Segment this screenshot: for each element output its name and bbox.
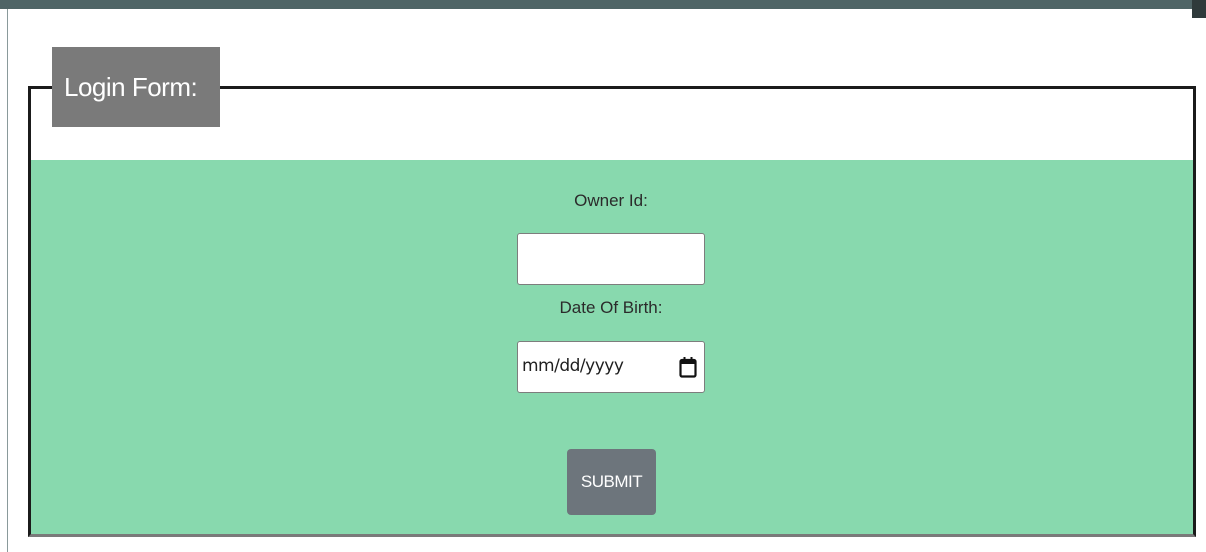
submit-button[interactable]: SUBMIT (567, 449, 656, 515)
owner-id-label: Owner Id: (574, 191, 648, 210)
window-top-bar (0, 0, 1206, 9)
calendar-icon[interactable] (679, 356, 697, 378)
date-of-birth-label: Date Of Birth: (559, 298, 663, 317)
form-legend: Login Form: (52, 47, 220, 127)
scrollbar-corner (1192, 0, 1206, 18)
date-placeholder: mm/dd/yyyy (522, 356, 624, 376)
owner-id-input[interactable] (517, 233, 705, 285)
date-of-birth-input[interactable]: mm/dd/yyyy (517, 341, 705, 393)
page-left-edge (0, 9, 8, 552)
